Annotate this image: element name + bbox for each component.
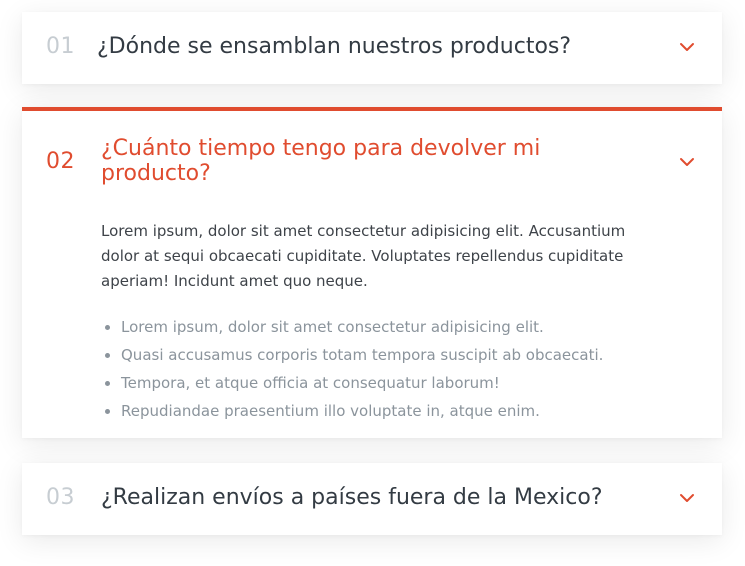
chevron-down-icon[interactable] [678, 489, 696, 507]
faq-item-3: 03 ¿Realizan envíos a países fuera de la… [22, 463, 722, 535]
faq-item-2-header[interactable]: 02 ¿Cuánto tiempo tengo para devolver mi… [22, 111, 722, 189]
answer-paragraph: Lorem ipsum, dolor sit amet consectetur … [101, 222, 626, 290]
faq-item-1: 01 ¿Dónde se ensamblan nuestros producto… [22, 12, 722, 84]
faq-item-question: ¿Realizan envíos a países fuera de la Me… [101, 485, 603, 510]
faq-item-question: ¿Cuánto tiempo tengo para devolver mi pr… [101, 136, 541, 186]
answer-list: Lorem ipsum, dolor sit amet consectetur … [101, 313, 641, 425]
answer-list-item: Lorem ipsum, dolor sit amet consectetur … [121, 313, 641, 341]
chevron-down-icon[interactable] [678, 153, 696, 171]
faq-item-1-header[interactable]: 01 ¿Dónde se ensamblan nuestros producto… [22, 12, 722, 84]
faq-item-number: 01 [46, 34, 75, 59]
faq-item-3-header[interactable]: 03 ¿Realizan envíos a países fuera de la… [22, 463, 722, 535]
answer-list-item: Quasi accusamus corporis totam tempora s… [121, 341, 641, 369]
faq-item-question: ¿Dónde se ensamblan nuestros productos? [97, 34, 572, 59]
answer-list-item: Tempora, et atque officia at consequatur… [121, 369, 641, 397]
faq-item-number: 03 [46, 485, 75, 510]
faq-item-2-answer: Lorem ipsum, dolor sit amet consectetur … [101, 219, 641, 425]
faq-item-2: 02 ¿Cuánto tiempo tengo para devolver mi… [22, 107, 722, 438]
answer-list-item: Repudiandae praesentium illo voluptate i… [121, 397, 641, 425]
faq-item-number: 02 [46, 149, 75, 174]
chevron-down-icon[interactable] [678, 38, 696, 56]
